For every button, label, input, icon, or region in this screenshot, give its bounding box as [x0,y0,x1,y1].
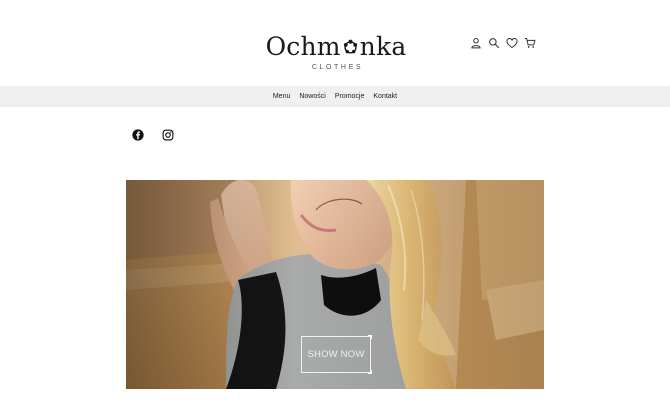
flower-o-icon [343,39,357,54]
cta-corner-decoration [368,370,372,374]
brand-name: Ochm nka [265,30,407,62]
show-now-button[interactable]: SHOW NOW [301,335,372,374]
search-icon[interactable] [488,36,500,50]
hero-banner[interactable]: SHOW NOW [126,180,544,389]
cart-icon[interactable] [524,36,536,50]
cta-corner-decoration [368,335,372,339]
main-nav: Menu Nowości Promocje Kontakt [0,86,670,107]
nav-item-kontakt[interactable]: Kontakt [373,93,397,100]
brand-name-part2: nka [359,31,407,61]
user-icon[interactable] [470,36,482,50]
header-actions [470,36,536,52]
social-links [132,129,174,141]
instagram-icon[interactable] [162,129,174,141]
brand-tagline: CLOTHES [311,63,364,71]
show-now-label: SHOW NOW [307,349,365,360]
nav-item-menu[interactable]: Menu [273,93,291,100]
nav-item-nowosci[interactable]: Nowości [299,93,325,100]
brand-name-part1: Ochm [265,31,341,61]
site-header: Ochm nka CLOTHES [0,0,670,86]
facebook-icon[interactable] [132,129,144,141]
heart-icon[interactable] [506,36,518,50]
nav-item-promocje[interactable]: Promocje [335,93,365,100]
brand-logo[interactable]: Ochm nka CLOTHES [265,30,407,74]
